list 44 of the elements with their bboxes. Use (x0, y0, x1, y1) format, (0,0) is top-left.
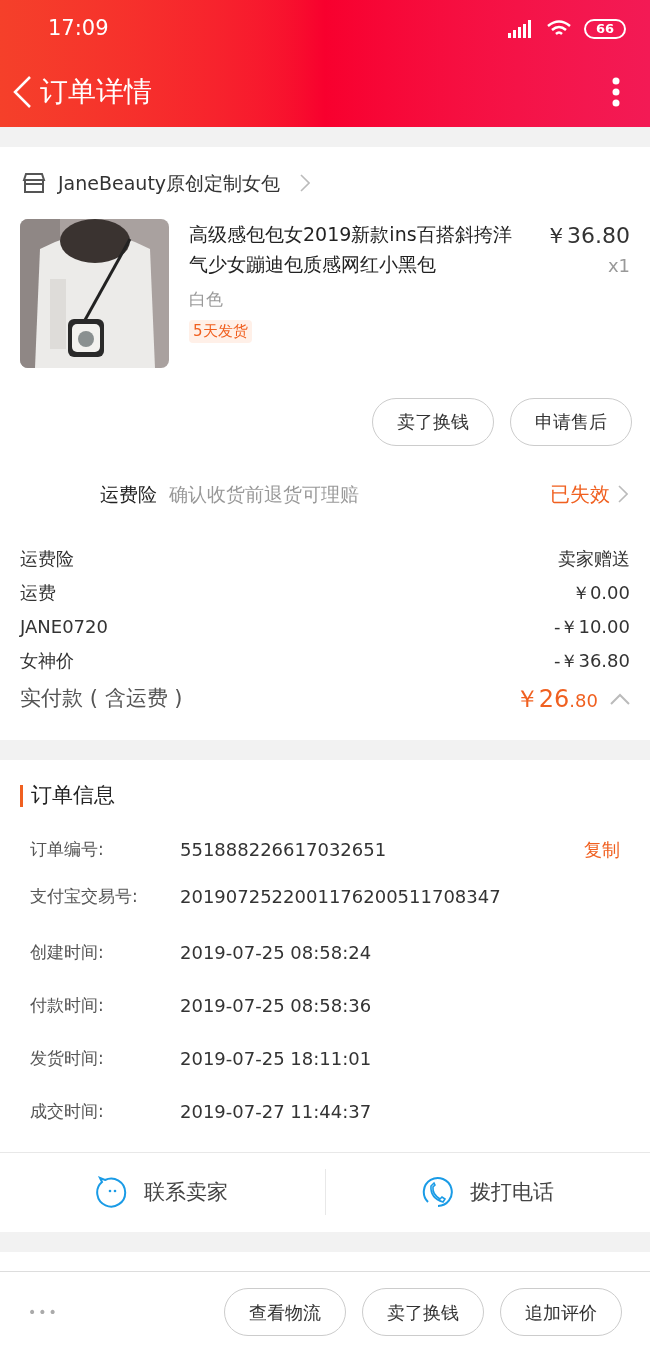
insurance-description: 确认收货前退货可理赔 (169, 481, 359, 507)
total-label: 实付款 ( 含运费 ) (20, 685, 183, 713)
fee-label: 运费险 (20, 547, 74, 572)
fee-label: 女神价 (20, 649, 74, 674)
fee-label: JANE0720 (20, 615, 108, 640)
shipping-tag: 5天发货 (189, 320, 252, 343)
info-value: 2019-07-25 08:58:24 (180, 940, 372, 965)
info-value: 2019-07-25 18:11:01 (180, 1046, 372, 1071)
fee-value: -￥10.00 (553, 615, 630, 640)
info-value: 2019072522001176200511708347 (180, 885, 501, 910)
info-label: 成交时间: (30, 1099, 105, 1123)
product-variant: 白色 (189, 287, 224, 311)
shop-name[interactable]: JaneBeauty原创定制女包 (58, 168, 281, 198)
more-icon[interactable] (612, 77, 620, 108)
status-time: 17:09 (48, 15, 109, 43)
fee-label: 运费 (20, 581, 56, 606)
info-label: 付款时间: (30, 993, 105, 1017)
product-title[interactable]: 高级感包包女2019新款ins百搭斜挎洋气少女蹦迪包质感网红小黑包 (189, 218, 525, 279)
battery-indicator: 66 (583, 19, 626, 39)
fee-value: ￥0.00 (571, 581, 630, 606)
signal-icon (507, 20, 534, 38)
info-value: 2019-07-25 08:58:36 (180, 993, 372, 1018)
info-label: 订单编号: (30, 838, 105, 862)
shop-icon (22, 171, 46, 194)
info-value: 2019-07-27 11:44:37 (180, 1099, 372, 1124)
info-label: 发货时间: (30, 1046, 105, 1070)
smiley-chat-icon (96, 1176, 129, 1209)
info-label: 创建时间: (30, 940, 105, 964)
contact-button[interactable]: 联系卖家 (0, 1152, 325, 1232)
fee-value: -￥36.80 (553, 649, 630, 674)
section-title: 订单信息 (31, 782, 115, 810)
product-price: ￥36.80 (545, 221, 630, 250)
insurance-label: 运费险 (100, 481, 157, 507)
back-icon[interactable] (12, 75, 32, 110)
product-quantity: x1 (607, 253, 630, 278)
chevron-right-icon (300, 173, 311, 192)
fee-value: 卖家赠送 (558, 547, 630, 572)
phone-icon (421, 1176, 454, 1209)
contact-button[interactable]: 拨打电话 (325, 1152, 650, 1232)
chevron-right-icon (618, 484, 628, 503)
page-title: 订单详情 (40, 74, 152, 111)
info-value: 551888226617032651 (180, 838, 387, 863)
total-amount: ￥26.80 (514, 683, 598, 715)
info-label: 支付宝交易号: (30, 885, 139, 909)
